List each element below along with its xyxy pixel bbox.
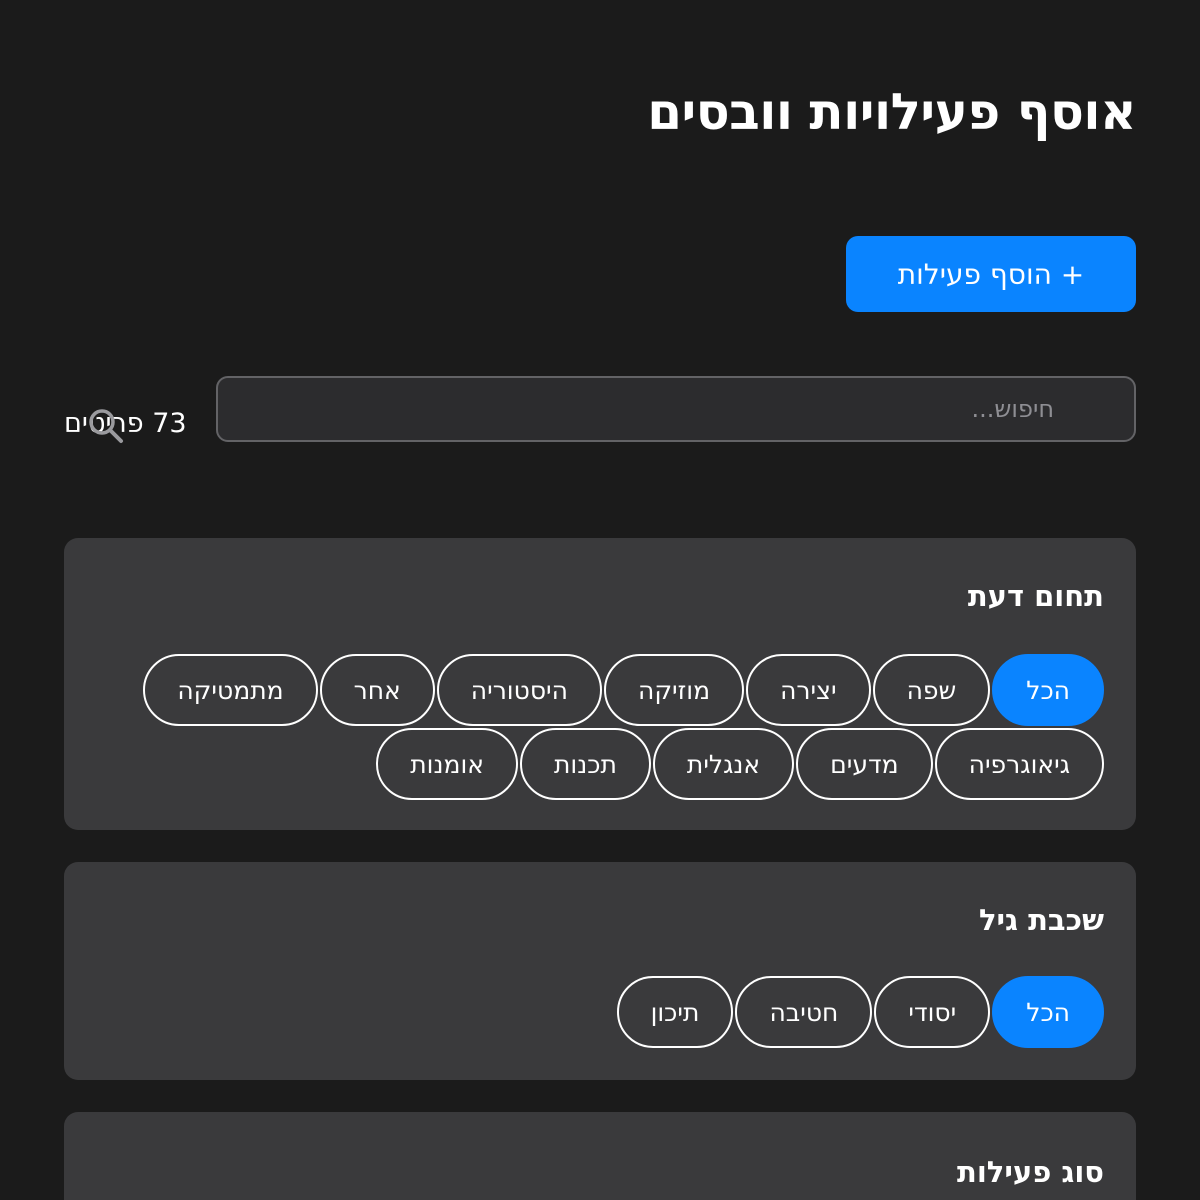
filter-chip[interactable]: מתמטיקה <box>143 654 318 726</box>
filter-chip[interactable]: שפה <box>872 654 991 726</box>
age-filter-title: שכבת גיל <box>978 903 1104 937</box>
search-input[interactable] <box>216 376 1136 442</box>
subject-filter-card: תחום דעת הכל שפה יצירה מוזיקה היסטוריה אחר מתמ… <box>64 538 1136 830</box>
filter-chip[interactable]: אחר <box>319 654 435 726</box>
filter-chip[interactable]: חטיבה <box>735 976 873 1048</box>
subject-filter-title: תחום דעת <box>967 579 1104 613</box>
filter-chip[interactable]: הכל <box>992 976 1104 1048</box>
subject-chips: הכל שפה יצירה מוזיקה היסטוריה אחר מתמטיקה גיאוג… <box>104 654 1104 800</box>
filter-chip[interactable]: תכנות <box>519 728 651 800</box>
type-filter-card: סוג פעילות <box>64 1112 1136 1200</box>
filter-chip[interactable]: הכל <box>992 654 1104 726</box>
filter-chip[interactable]: גיאוגרפיה <box>934 728 1104 800</box>
type-filter-title: סוג פעילות <box>957 1155 1104 1189</box>
age-chips: הכל יסודי חטיבה תיכון <box>104 976 1104 1048</box>
filter-chip[interactable]: מדעים <box>796 728 933 800</box>
filter-chip[interactable]: תיכון <box>616 976 734 1048</box>
page-title: אוסף פעילויות וובסים <box>647 83 1136 141</box>
age-filter-card: שכבת גיל הכל יסודי חטיבה תיכון <box>64 862 1136 1080</box>
page: אוסף פעילויות וובסים + הוסף פעילות 73 פר… <box>0 0 1200 1200</box>
filter-chip[interactable]: יסודי <box>874 976 991 1048</box>
filter-chip[interactable]: אומנות <box>376 728 518 800</box>
search-box <box>216 376 1136 442</box>
search-icon <box>89 409 123 443</box>
filter-chip[interactable]: מוזיקה <box>603 654 745 726</box>
filter-chip[interactable]: אנגלית <box>652 728 795 800</box>
filter-chip[interactable]: יצירה <box>746 654 871 726</box>
filter-chip[interactable]: היסטוריה <box>436 654 602 726</box>
add-activity-button[interactable]: + הוסף פעילות <box>846 236 1136 312</box>
